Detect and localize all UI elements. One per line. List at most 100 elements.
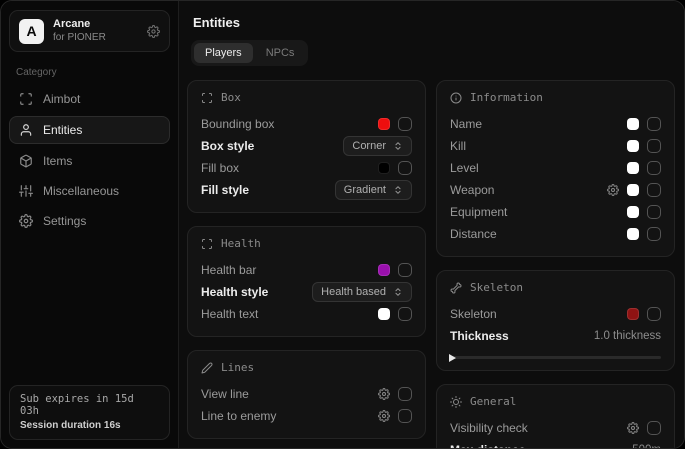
row-label: Skeleton	[450, 307, 497, 321]
sidebar-item-items[interactable]: Items	[9, 148, 170, 174]
panel-title: Box	[221, 91, 241, 104]
thickness-value: 1.0 thickness	[594, 330, 661, 342]
line-to-enemy-checkbox[interactable]	[398, 409, 412, 423]
brand-subtitle: for PIONER	[53, 32, 138, 45]
box-style-dropdown[interactable]: Corner	[343, 136, 412, 156]
gear-icon[interactable]	[627, 422, 639, 434]
health-bar-checkbox[interactable]	[398, 263, 412, 277]
row-label: Health text	[201, 307, 258, 321]
row-line-to-enemy: Line to enemy	[201, 405, 412, 427]
entity-type-tabs: Players NPCs	[191, 40, 308, 66]
slider-thumb[interactable]	[449, 354, 456, 362]
subscription-card: Sub expires in 15d 03h Session duration …	[9, 385, 170, 440]
skeleton-checkbox[interactable]	[647, 307, 661, 321]
tab-players[interactable]: Players	[194, 43, 253, 63]
panel-information: Information Name Kill	[436, 80, 675, 257]
max-distance-value: 500m	[632, 444, 661, 448]
equipment-checkbox[interactable]	[647, 205, 661, 219]
chevrons-up-down-icon	[393, 141, 403, 151]
panel-lines: Lines View line Line to enemy	[187, 350, 426, 439]
row-name: Name	[450, 113, 661, 135]
sidebar-item-miscellaneous[interactable]: Miscellaneous	[9, 178, 170, 204]
row-box-style: Box style Corner	[201, 135, 412, 157]
sidebar-item-entities[interactable]: Entities	[9, 116, 170, 144]
brand-logo: A	[19, 19, 44, 44]
color-swatch[interactable]	[378, 162, 390, 174]
row-bounding-box: Bounding box	[201, 113, 412, 135]
row-kill: Kill	[450, 135, 661, 157]
row-label: Fill style	[201, 183, 249, 197]
color-swatch[interactable]	[378, 264, 390, 276]
panel-box: Box Bounding box Box style Corner	[187, 80, 426, 213]
row-label: Distance	[450, 227, 497, 241]
bounding-box-checkbox[interactable]	[398, 117, 412, 131]
view-line-checkbox[interactable]	[398, 387, 412, 401]
panel-skeleton: Skeleton Skeleton Thickness 1.0 thicknes…	[436, 270, 675, 371]
panel-title: Health	[221, 237, 261, 250]
gear-icon[interactable]	[378, 388, 390, 400]
dropdown-value: Corner	[352, 140, 386, 152]
row-equipment: Equipment	[450, 201, 661, 223]
row-label: Health bar	[201, 263, 256, 277]
color-swatch[interactable]	[627, 162, 639, 174]
color-swatch[interactable]	[627, 140, 639, 152]
dropdown-value: Gradient	[344, 184, 386, 196]
name-checkbox[interactable]	[647, 117, 661, 131]
sidebar: A Arcane for PIONER Category Aimbot	[1, 1, 179, 448]
panel-title: Lines	[221, 361, 254, 374]
category-label: Category	[16, 67, 163, 78]
kill-checkbox[interactable]	[647, 139, 661, 153]
panel-title: Information	[470, 91, 543, 104]
color-swatch[interactable]	[627, 206, 639, 218]
row-label: Name	[450, 117, 482, 131]
color-swatch[interactable]	[627, 308, 639, 320]
color-swatch[interactable]	[378, 118, 390, 130]
row-fill-box: Fill box	[201, 157, 412, 179]
distance-checkbox[interactable]	[647, 227, 661, 241]
chevrons-up-down-icon	[393, 287, 403, 297]
sun-icon	[450, 396, 462, 408]
row-label: Health style	[201, 285, 268, 299]
cube-icon	[19, 154, 33, 168]
row-max-distance: Max distance 500m	[450, 439, 661, 448]
tab-npcs[interactable]: NPCs	[255, 43, 306, 63]
visibility-check-checkbox[interactable]	[647, 421, 661, 435]
row-fill-style: Fill style Gradient	[201, 179, 412, 201]
row-distance: Distance	[450, 223, 661, 245]
sub-expiry-text: Sub expires in 15d 03h	[20, 393, 159, 417]
row-label: Kill	[450, 139, 466, 153]
color-swatch[interactable]	[378, 308, 390, 320]
sidebar-item-aimbot[interactable]: Aimbot	[9, 86, 170, 112]
health-text-checkbox[interactable]	[398, 307, 412, 321]
gear-icon[interactable]	[378, 410, 390, 422]
thickness-slider[interactable]	[450, 356, 661, 359]
brand-card: A Arcane for PIONER	[9, 10, 170, 52]
gear-icon[interactable]	[147, 25, 160, 38]
gear-icon	[19, 214, 33, 228]
dropdown-value: Health based	[321, 286, 386, 298]
brackets-icon	[201, 92, 213, 104]
sidebar-item-label: Entities	[43, 123, 82, 137]
color-swatch[interactable]	[627, 228, 639, 240]
weapon-checkbox[interactable]	[647, 183, 661, 197]
sidebar-item-label: Items	[43, 154, 72, 168]
sidebar-item-label: Aimbot	[43, 92, 80, 106]
row-label: View line	[201, 387, 249, 401]
fill-box-checkbox[interactable]	[398, 161, 412, 175]
color-swatch[interactable]	[627, 118, 639, 130]
sidebar-item-settings[interactable]: Settings	[9, 208, 170, 234]
main-content: Entities Players NPCs Box Bounding box	[179, 1, 684, 448]
fill-style-dropdown[interactable]: Gradient	[335, 180, 412, 200]
color-swatch[interactable]	[627, 184, 639, 196]
panel-title: Skeleton	[470, 281, 523, 294]
row-skeleton: Skeleton	[450, 303, 661, 325]
level-checkbox[interactable]	[647, 161, 661, 175]
row-label: Line to enemy	[201, 409, 276, 423]
row-label: Max distance	[450, 443, 525, 448]
sidebar-item-label: Miscellaneous	[43, 184, 119, 198]
gear-icon[interactable]	[607, 184, 619, 196]
sidebar-item-label: Settings	[43, 214, 86, 228]
health-style-dropdown[interactable]: Health based	[312, 282, 412, 302]
row-health-style: Health style Health based	[201, 281, 412, 303]
row-view-line: View line	[201, 383, 412, 405]
